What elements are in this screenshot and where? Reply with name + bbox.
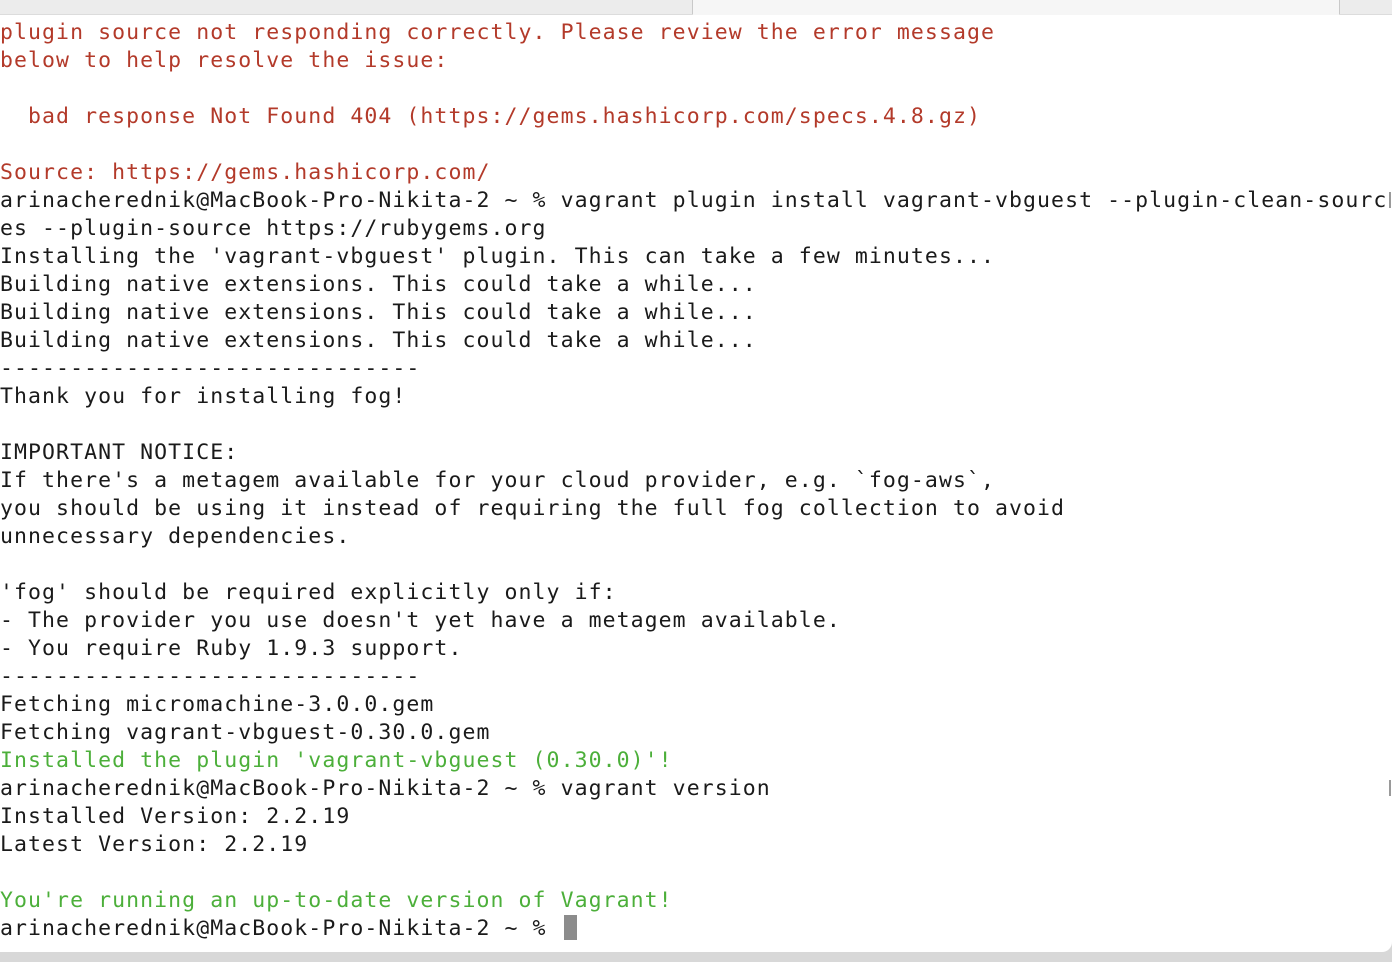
terminal-window: plugin source not responding correctly. …: [0, 0, 1392, 952]
tab-current[interactable]: [693, 0, 1339, 15]
terminal-line: Installing the 'vagrant-vbguest' plugin.…: [0, 244, 995, 269]
terminal-line: Building native extensions. This could t…: [0, 328, 757, 353]
terminal-line: ------------------------------: [0, 664, 421, 689]
terminal-line: Fetching micromachine-3.0.0.gem: [0, 692, 435, 717]
terminal-line: 'fog' should be required explicitly only…: [0, 580, 617, 605]
terminal-line: plugin source not responding correctly. …: [0, 20, 995, 45]
terminal-line: If there's a metagem available for your …: [0, 468, 995, 493]
text-cursor: [563, 915, 577, 940]
shell-prompt: arinacherednik@MacBook-Pro-Nikita-2 ~ %: [0, 916, 561, 941]
terminal-line: - The provider you use doesn't yet have …: [0, 608, 841, 633]
terminal-line: IMPORTANT NOTICE:: [0, 440, 239, 465]
terminal-line: arinacherednik@MacBook-Pro-Nikita-2 ~ % …: [0, 776, 771, 801]
line-wrap-marker: [1389, 192, 1391, 208]
terminal-line: Building native extensions. This could t…: [0, 300, 757, 325]
terminal-line: Source: https://gems.hashicorp.com/: [0, 160, 491, 185]
tab-bar: [0, 0, 1392, 15]
terminal-line: Installed the plugin 'vagrant-vbguest (0…: [0, 748, 673, 773]
terminal-line: unnecessary dependencies.: [0, 524, 351, 549]
tab-divider: [692, 0, 693, 14]
terminal-line: you should be using it instead of requir…: [0, 496, 1066, 521]
terminal-line: Thank you for installing fog!: [0, 384, 407, 409]
line-wrap-marker: [1389, 780, 1391, 796]
terminal-output[interactable]: plugin source not responding correctly. …: [0, 19, 1392, 943]
terminal-line: bad response Not Found 404 (https://gems…: [0, 104, 981, 129]
terminal-line: You're running an up-to-date version of …: [0, 888, 673, 913]
tab-divider: [1339, 0, 1340, 14]
prompt-line[interactable]: arinacherednik@MacBook-Pro-Nikita-2 ~ %: [0, 915, 1392, 943]
terminal-line: Installed Version: 2.2.19: [0, 804, 351, 829]
terminal-line: arinacherednik@MacBook-Pro-Nikita-2 ~ % …: [0, 188, 1388, 213]
terminal-line: - You require Ruby 1.9.3 support.: [0, 636, 463, 661]
terminal-line: Building native extensions. This could t…: [0, 272, 757, 297]
terminal-line: below to help resolve the issue:: [0, 48, 449, 73]
terminal-line: Fetching vagrant-vbguest-0.30.0.gem: [0, 720, 491, 745]
terminal-line: es --plugin-source https://rubygems.org: [0, 216, 547, 241]
terminal-line: Latest Version: 2.2.19: [0, 832, 309, 857]
terminal-line: ------------------------------: [0, 356, 421, 381]
